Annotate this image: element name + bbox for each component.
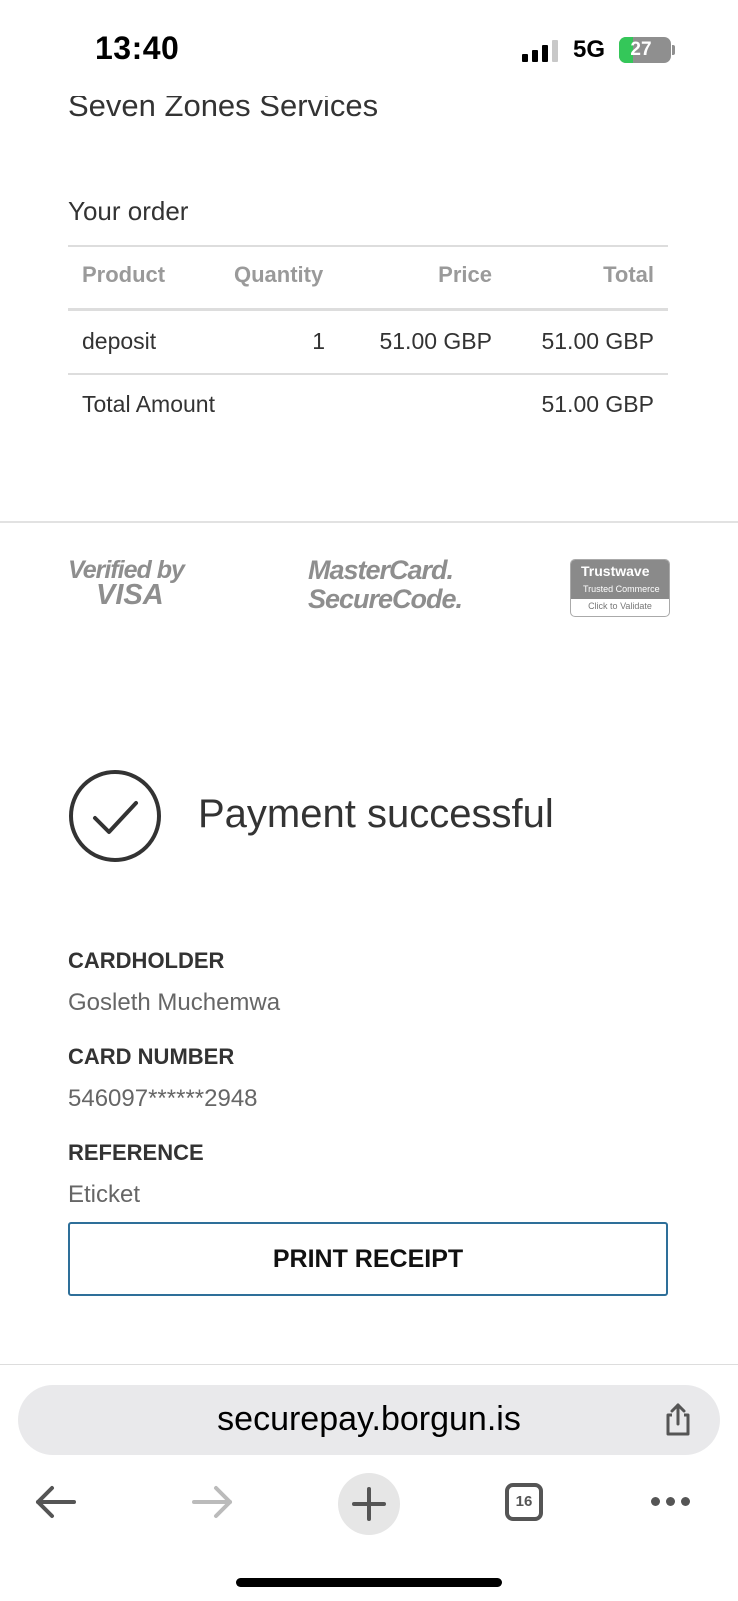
column-header-product: Product xyxy=(82,262,166,287)
reference-value: Eticket xyxy=(68,1181,141,1208)
mastercard-logo-line1: MasterCard. xyxy=(308,555,454,585)
status-bar: 13:40 5G 27 xyxy=(0,0,738,96)
network-type: 5G xyxy=(573,36,606,63)
new-tab-button[interactable] xyxy=(338,1473,400,1535)
trustwave-sub: Trusted Commerce xyxy=(583,584,660,594)
row-quantity: 1 xyxy=(312,328,325,354)
column-header-price: Price xyxy=(438,262,492,287)
row-price: 51.00 GBP xyxy=(379,328,492,354)
checkmark-circle-icon xyxy=(69,770,161,862)
column-header-total: Total xyxy=(603,262,654,287)
status-time: 13:40 xyxy=(95,30,180,66)
tabs-count-icon[interactable]: 16 xyxy=(505,1483,543,1521)
reference-label: REFERENCE xyxy=(68,1140,204,1165)
trustwave-name: Trustwave xyxy=(581,563,650,579)
column-header-quantity: Quantity xyxy=(234,262,324,287)
total-amount-label: Total Amount xyxy=(82,391,215,417)
table-header-border xyxy=(68,308,668,311)
plus-icon xyxy=(352,1487,386,1521)
battery-percent: 27 xyxy=(630,39,652,60)
forward-arrow-icon[interactable] xyxy=(190,1484,234,1520)
cardholder-value: Gosleth Muchemwa xyxy=(68,989,281,1016)
total-amount-value: 51.00 GBP xyxy=(541,391,654,417)
home-indicator xyxy=(236,1578,502,1587)
signal-icon xyxy=(522,40,562,62)
share-icon[interactable] xyxy=(660,1402,696,1438)
table-row-border xyxy=(68,373,668,375)
back-arrow-icon[interactable] xyxy=(34,1484,78,1520)
card-number-label: CARD NUMBER xyxy=(68,1044,235,1069)
battery-tip xyxy=(672,45,675,55)
verified-by-visa-logo: Verified by VISA xyxy=(68,556,185,612)
trustwave-seal-header: Trustwave Trusted Commerce xyxy=(571,560,669,599)
card-number-value: 546097******2948 xyxy=(68,1085,258,1112)
row-total: 51.00 GBP xyxy=(541,328,654,354)
section-divider xyxy=(0,521,738,523)
battery-icon: 27 xyxy=(619,37,671,63)
order-title: Your order xyxy=(68,196,189,226)
row-product: deposit xyxy=(82,328,157,354)
table-top-border xyxy=(68,245,668,247)
mastercard-securecode-logo: MasterCard. SecureCode. xyxy=(308,555,463,614)
payment-status: Payment successful xyxy=(198,792,554,836)
mastercard-logo-line2: SecureCode. xyxy=(308,584,463,614)
trustwave-validate: Click to Validate xyxy=(588,601,652,611)
url-text[interactable]: securepay.borgun.is xyxy=(18,1400,720,1439)
trustwave-seal[interactable]: Trustwave Trusted Commerce Click to Vali… xyxy=(570,559,670,617)
cardholder-label: CARDHOLDER xyxy=(68,948,225,973)
print-receipt-button[interactable]: PRINT RECEIPT xyxy=(68,1222,668,1296)
